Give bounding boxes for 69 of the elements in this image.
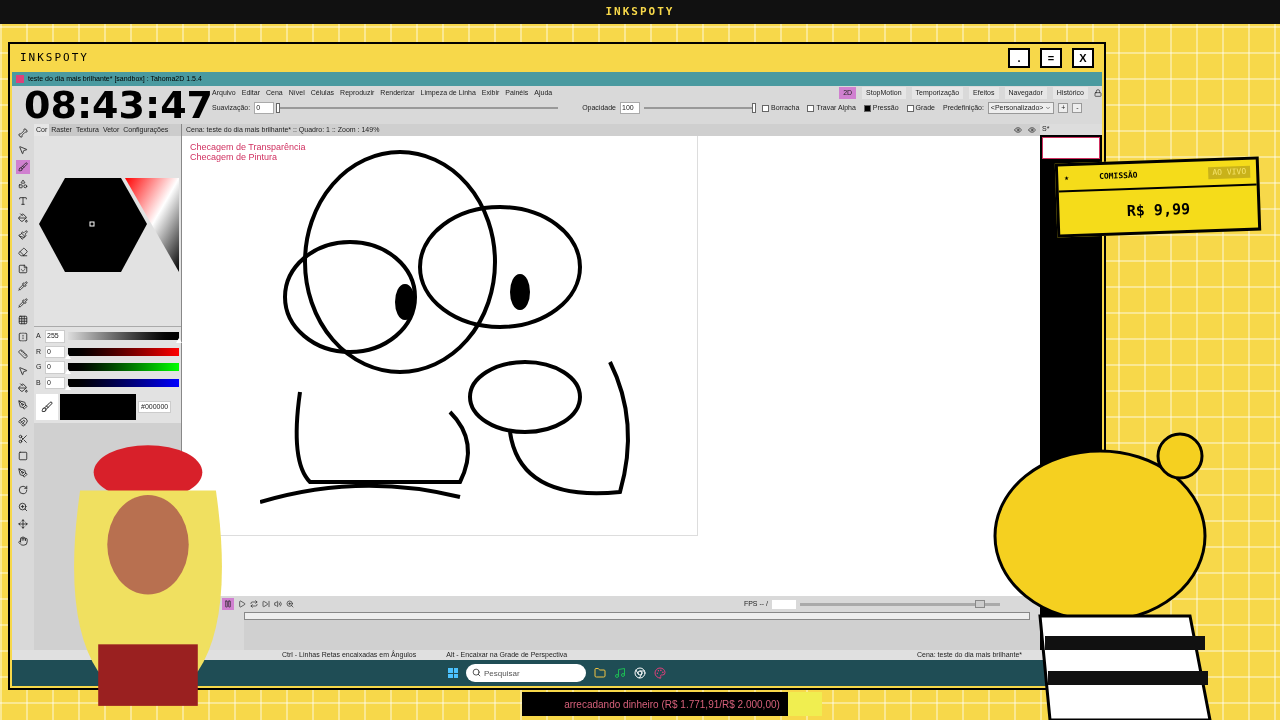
fps-slider[interactable] <box>800 602 1000 606</box>
lock-icon[interactable] <box>1094 89 1102 97</box>
eye-icon[interactable] <box>1014 126 1022 134</box>
folder-icon[interactable] <box>594 667 606 679</box>
pen-tool[interactable] <box>16 466 30 480</box>
grid-tool[interactable] <box>16 313 30 327</box>
scissors-tool[interactable] <box>16 432 30 446</box>
picker-tool[interactable] <box>16 296 30 310</box>
star-mark: ★ <box>1064 172 1070 185</box>
canvas-note: Checagem de Transparência <box>190 142 307 152</box>
speaker-icon[interactable] <box>274 600 282 608</box>
goal-text: arrecadando dinheiro (R$ 1.771,91/R$ 2.000,00) <box>563 697 781 712</box>
pointer-tool[interactable] <box>16 364 30 378</box>
checkbox[interactable] <box>807 104 815 112</box>
caret-icon <box>1045 105 1052 111</box>
rotate-tool[interactable] <box>16 483 30 497</box>
channel-slider[interactable] <box>68 332 179 341</box>
eyedropper-tool[interactable] <box>16 279 30 293</box>
checkbox[interactable] <box>762 104 769 112</box>
commission-amount: R$ 9,99 <box>1126 198 1191 222</box>
window-control-button[interactable]: = <box>1040 48 1062 68</box>
play-icon[interactable] <box>238 600 246 608</box>
window-control-button[interactable]: X <box>1072 48 1094 68</box>
start-icon[interactable] <box>448 668 458 678</box>
skip-forward-icon[interactable] <box>262 600 270 608</box>
shapes-tool[interactable] <box>16 177 30 191</box>
eraser-tool[interactable] <box>16 245 30 259</box>
channel-slider[interactable] <box>68 378 179 387</box>
live-badge: AO VIVO <box>1208 165 1251 180</box>
checkbox[interactable] <box>863 104 871 112</box>
tape-tool[interactable] <box>16 262 30 276</box>
ruler-tool[interactable] <box>16 347 30 361</box>
slider-thumb[interactable] <box>975 599 985 608</box>
paintbrush-tool[interactable] <box>16 228 30 242</box>
browser-icon[interactable] <box>634 667 646 679</box>
brush-tool[interactable] <box>16 160 30 174</box>
overlay-title: INKSPOTY <box>605 3 675 20</box>
skeleton-tool[interactable] <box>16 126 30 140</box>
brush-preview-icon <box>36 394 58 420</box>
paint-bucket-tool[interactable] <box>16 211 30 225</box>
loop-icon[interactable] <box>250 600 258 608</box>
checkbox[interactable] <box>906 104 914 112</box>
search-icon <box>472 668 481 677</box>
taskbar-search-field[interactable]: Pesquisar <box>466 664 586 682</box>
music-icon[interactable] <box>614 667 626 679</box>
text-tool[interactable] <box>16 194 30 208</box>
mirror-tool[interactable] <box>16 330 30 344</box>
pen-tool[interactable] <box>16 398 30 412</box>
commission-title: COMISSÃO <box>1098 169 1139 184</box>
paint-bucket-tool[interactable] <box>16 381 30 395</box>
level-thumbnail[interactable] <box>1042 136 1100 159</box>
slider-thumb[interactable] <box>276 103 281 113</box>
zoom-icon[interactable] <box>286 600 294 608</box>
move-tool[interactable] <box>16 517 30 531</box>
window-control-button[interactable]: . <box>1008 48 1030 68</box>
eye-icon[interactable] <box>1028 126 1036 134</box>
window-title: INKSPOTY <box>20 49 90 66</box>
channel-slider[interactable] <box>68 347 179 356</box>
canvas-note: Checagem de Pintura <box>190 152 279 162</box>
fps-field[interactable] <box>772 599 796 609</box>
channel-slider[interactable] <box>68 363 179 372</box>
zoom-tool[interactable] <box>16 500 30 514</box>
timeline-scrollbar[interactable] <box>244 612 1030 620</box>
slider-thumb[interactable] <box>752 103 756 113</box>
app-logo-icon <box>16 75 24 83</box>
magnet-tool[interactable] <box>16 415 30 429</box>
pointer-tool[interactable] <box>16 143 30 157</box>
pause-button[interactable] <box>222 598 234 610</box>
hand-tool[interactable] <box>16 534 30 548</box>
